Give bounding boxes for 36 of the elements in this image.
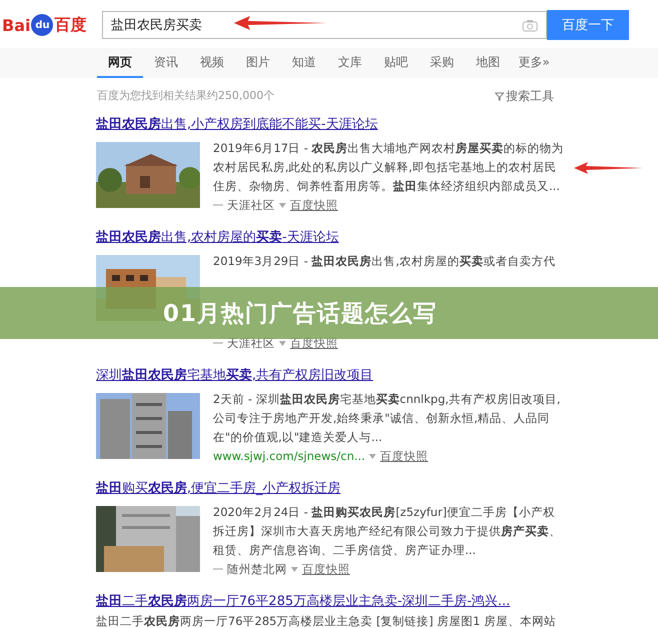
result-snippet: 2020年2月24日 - 盐田购买农民房[z5zyfur]便宜二手房【小产权拆迁房】深圳市大喜天房地产经纪有限公司致力于提供房产买卖、租赁、房产信息咨询、二手房信贷、房产证办理... xyxy=(213,504,562,559)
result-snippet: 2019年6月17日 - 农民房出售大埔地产网农村房屋买卖的标的物为农村居民私房,此处的私房以广义解释,即包括宅基地上的农村居民住房、杂物房、饲养牲畜用房等。盐田集体经济组织内部成员又... xyxy=(213,140,565,195)
source-site: 天涯社区 xyxy=(227,335,275,352)
nav-tab[interactable]: 资讯 xyxy=(143,48,189,78)
nav-tab[interactable]: 更多» xyxy=(511,48,557,78)
nav-tab[interactable]: 采购 xyxy=(419,48,465,78)
result-count: 百度为您找到相关结果约250,000个 xyxy=(97,88,274,104)
funnel-icon xyxy=(495,92,504,101)
caret-icon[interactable] xyxy=(291,566,298,572)
search-button[interactable]: 百度一下 xyxy=(547,10,629,40)
result-snippet: 2019年3月29日 - 盐田农民房出售,农村房屋的买卖或者自卖方代 xyxy=(213,253,556,270)
source-site: 随州楚北网 xyxy=(227,561,287,578)
nav-tab[interactable]: 文库 xyxy=(327,48,373,78)
logo-text: 百度 xyxy=(54,14,86,36)
caret-icon[interactable] xyxy=(369,454,376,458)
camera-icon[interactable] xyxy=(522,18,538,32)
snapshot-link[interactable]: 百度快照 xyxy=(302,560,350,578)
result-snippet: 2天前 - 深圳盐田农民房宅基地买卖cnnlkpg,共有产权房旧改项目,公司专注于房地产开发,始终秉承"诚信、创新永恒,精品、人品同在"的价值观,以"建造关爱人与... xyxy=(213,391,562,446)
source-site: 天涯社区 xyxy=(227,197,275,214)
result-snippet: 盐田二手农民房两房一厅76平285万高楼层业主急卖 [复制链接] 房屋图1 房屋、本网站 xyxy=(96,613,557,628)
logo-paw: du xyxy=(31,14,54,36)
search-field[interactable]: 盐田农民房买卖 xyxy=(102,11,547,39)
logo-text: Bai xyxy=(2,16,30,34)
snapshot-link[interactable]: 百度快照 xyxy=(290,196,338,214)
caret-icon[interactable] xyxy=(279,202,286,208)
result-url: www.sjwj.com/sjnews/cn... xyxy=(213,448,366,465)
nav-tab[interactable]: 地图 xyxy=(465,48,511,78)
nav-tab[interactable]: 贴吧 xyxy=(373,48,419,78)
nav-tab[interactable]: 网页 xyxy=(97,48,143,78)
nav-tab[interactable]: 视频 xyxy=(189,48,235,78)
search-tools-link[interactable]: 搜索工具 xyxy=(506,88,554,105)
snapshot-link[interactable]: 百度快照 xyxy=(290,334,338,352)
banner-title: 01月热门广告话题怎么写 xyxy=(163,300,438,328)
nav-tab[interactable]: 图片 xyxy=(235,48,281,78)
nav-tab[interactable]: 知道 xyxy=(281,48,327,78)
snapshot-link[interactable]: 百度快照 xyxy=(380,447,428,465)
